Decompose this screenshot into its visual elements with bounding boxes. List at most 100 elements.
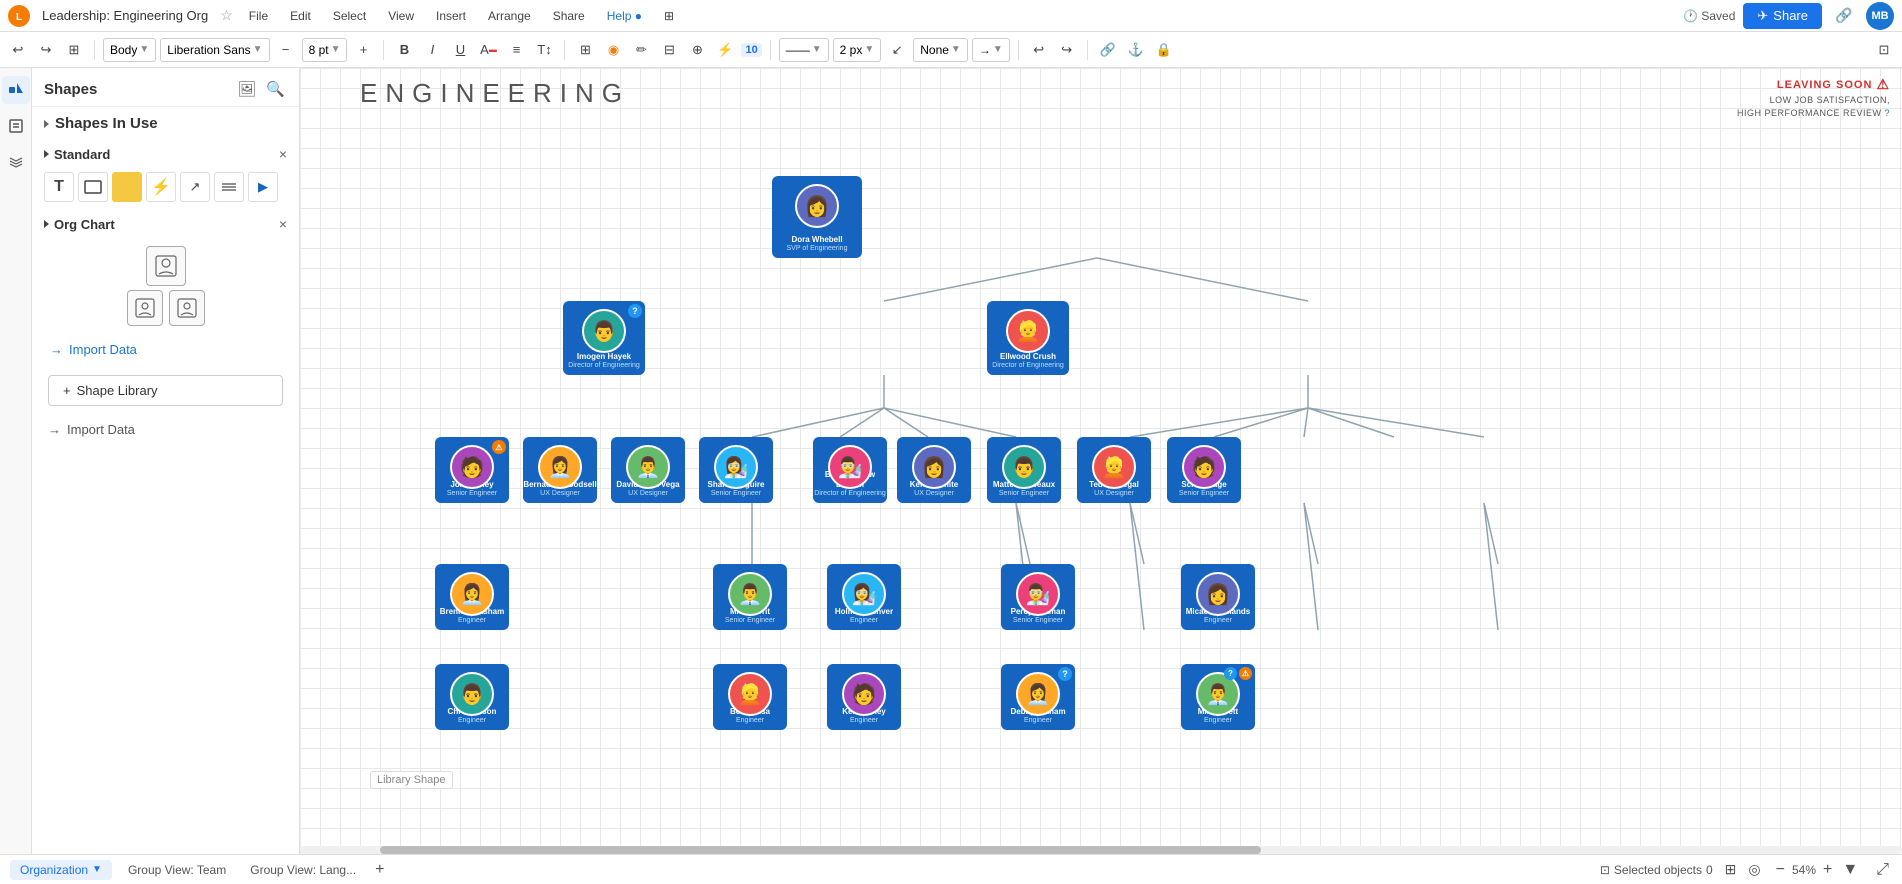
org-node-mila[interactable]: 👨‍💼Mila MerritSenior Engineer	[713, 564, 787, 630]
fill-color-button[interactable]: ◉	[601, 38, 625, 62]
org-node-jon[interactable]: 🧑⚠Jon CubleySenior Engineer	[435, 437, 509, 503]
group-view-lang[interactable]: Group View: Lang...	[242, 860, 364, 880]
waypoint-button[interactable]: ⚡	[713, 38, 737, 62]
org-shape-right[interactable]	[169, 290, 205, 326]
org-node-david[interactable]: 👨‍💼David de la VegaUX Designer	[611, 437, 685, 503]
org-node-micaela[interactable]: 👩Micaela NeilandsEngineer	[1181, 564, 1255, 630]
shape-library-button[interactable]: + Shape Library	[48, 375, 283, 406]
shapes-in-use-section[interactable]: Shapes In Use	[32, 107, 299, 140]
org-tab[interactable]: Organization ▼	[10, 860, 112, 880]
zoom-in-button[interactable]: +	[1820, 861, 1835, 879]
underline-button[interactable]: U	[448, 38, 472, 62]
stroke-fill-button[interactable]: ⊟	[657, 38, 681, 62]
menu-share[interactable]: Share	[549, 7, 589, 25]
redo-button[interactable]: ↪	[34, 38, 58, 62]
org-node-teddy[interactable]: 👱Teddy PregalUX Designer	[1077, 437, 1151, 503]
h-scrollbar[interactable]	[300, 846, 1902, 854]
org-node-debby[interactable]: 👩‍💼?Debby LethamEngineer	[1001, 664, 1075, 730]
shapes-image-button[interactable]: 🖼	[235, 78, 258, 100]
undo-button[interactable]: ↩	[6, 38, 30, 62]
shape-arrow-ne[interactable]: ↗	[180, 172, 210, 202]
org-node-lance[interactable]: 👨Lance ChristiansonEngineer	[435, 664, 509, 730]
pages-panel-button[interactable]	[2, 112, 30, 140]
anchor-button[interactable]: ⚓	[1124, 38, 1148, 62]
copy-format-button[interactable]: ⊞	[62, 38, 86, 62]
style-select[interactable]: Body ▼	[103, 38, 156, 62]
org-chart-close-button[interactable]: ×	[279, 216, 287, 232]
layers-button[interactable]: ⊞	[1725, 861, 1737, 878]
org-node-percy[interactable]: 👨‍🔬Percy VeltmanSenior Engineer	[1001, 564, 1075, 630]
corner-style-button[interactable]: ↙	[885, 38, 909, 62]
user-avatar[interactable]: MB	[1866, 2, 1894, 30]
menu-view[interactable]: View	[384, 7, 418, 25]
org-node-ken[interactable]: 🧑Ken WitheyEngineer	[827, 664, 901, 730]
text-size-button[interactable]: T↕	[532, 38, 556, 62]
shape-rect[interactable]	[78, 172, 108, 202]
bold-button[interactable]: B	[392, 38, 416, 62]
group-view-team[interactable]: Group View: Team	[120, 860, 234, 880]
line-style-select[interactable]: —— ▼	[779, 38, 829, 62]
standard-close-button[interactable]: ×	[279, 146, 287, 162]
star-icon[interactable]: ☆	[220, 7, 233, 24]
redo2-button[interactable]: ↪	[1055, 38, 1079, 62]
org-node-holmes[interactable]: 👩‍🔬Holmes DenverEngineer	[827, 564, 901, 630]
font-decrease[interactable]: −	[274, 38, 298, 62]
shape-text[interactable]: T	[44, 172, 74, 202]
font-increase[interactable]: +	[351, 38, 375, 62]
add-tab-button[interactable]: +	[372, 861, 387, 879]
org-node-bartholemew[interactable]: 👨‍🔬Bartholemew DurganDirector of Enginee…	[813, 437, 887, 503]
align-button[interactable]: ≡	[504, 38, 528, 62]
font-color-button[interactable]: A▬	[476, 38, 500, 62]
menu-insert[interactable]: Insert	[432, 7, 470, 25]
h-scrollbar-thumb[interactable]	[380, 846, 1261, 854]
org-node-matteo[interactable]: 👨Matteo GobeauxSenior Engineer	[987, 437, 1061, 503]
menu-arrange[interactable]: Arrange	[484, 7, 535, 25]
org-node-shana[interactable]: 👩‍🔬Shana MaguireSenior Engineer	[699, 437, 773, 503]
zoom-dropdown-button[interactable]: ▼	[1839, 861, 1861, 879]
shape-lightning[interactable]: ⚡	[146, 172, 176, 202]
menu-select[interactable]: Select	[329, 7, 370, 25]
org-shape-left[interactable]	[127, 290, 163, 326]
line-px-select[interactable]: 2 px ▼	[833, 38, 882, 62]
org-node-kendra[interactable]: 🧑Kendra ScrammageSenior Engineer	[1167, 437, 1241, 503]
canvas-area[interactable]: ENGINEERING LEAVING SOON ⚠ LOW JOB SATIS…	[300, 68, 1902, 854]
link-button[interactable]: 🔗	[1830, 2, 1858, 30]
shapes-search-button[interactable]: 🔍	[264, 78, 287, 100]
org-node-mil[interactable]: 👨‍💼?⚠Mil MerrettEngineer	[1181, 664, 1255, 730]
import-data-link[interactable]: → Import Data	[32, 334, 299, 365]
font-select[interactable]: Liberation Sans ▼	[160, 38, 269, 62]
stroke-color-button[interactable]: ✏	[629, 38, 653, 62]
org-node-ellwood[interactable]: 👱Ellwood CrushDirector of Engineering	[987, 301, 1069, 375]
corner-select[interactable]: None ▼	[913, 38, 968, 62]
link2-button[interactable]: 🔗	[1096, 38, 1120, 62]
font-size[interactable]: 8 pt ▼	[302, 38, 348, 62]
org-node-imogen[interactable]: 👨?Imogen HayekDirector of Engineering	[563, 301, 645, 375]
shapes-panel-button[interactable]	[2, 76, 30, 104]
extra-button[interactable]: ⊕	[685, 38, 709, 62]
layers-panel-button[interactable]	[2, 148, 30, 176]
menu-edit[interactable]: Edit	[286, 7, 315, 25]
org-shape-top[interactable]	[146, 246, 186, 286]
menu-file[interactable]: File	[245, 7, 272, 25]
sidebar-bottom-import[interactable]: → Import Data	[32, 416, 299, 447]
menu-apps[interactable]: ⊞	[660, 7, 678, 25]
undo2-button[interactable]: ↩	[1027, 38, 1051, 62]
saved-button[interactable]: 🕐 Saved	[1683, 9, 1735, 23]
arrow-select[interactable]: → ▼	[972, 38, 1010, 62]
shape-fill[interactable]	[112, 172, 142, 202]
shape-list[interactable]	[214, 172, 244, 202]
org-node-brenna[interactable]: 👩‍💼Brenna GrashamEngineer	[435, 564, 509, 630]
diagram-button[interactable]: ◎	[1748, 861, 1760, 878]
org-node-kenna[interactable]: 👩Kenna WhiteUX Designer	[897, 437, 971, 503]
fit-page-button[interactable]: ⤢	[1873, 861, 1892, 879]
menu-help[interactable]: Help ●	[603, 7, 646, 25]
shape-play[interactable]: ▶	[248, 172, 278, 202]
org-node-bernadette[interactable]: 👩‍💼Bernadette GodsellUX Designer	[523, 437, 597, 503]
share-button[interactable]: ✈ Share	[1743, 3, 1822, 29]
insert-shape-button[interactable]: ⊞	[573, 38, 597, 62]
italic-button[interactable]: I	[420, 38, 444, 62]
zoom-out-button[interactable]: −	[1773, 861, 1788, 879]
org-node-ben[interactable]: 👱Ben JansaEngineer	[713, 664, 787, 730]
org-node-dora[interactable]: 👩Dora WhebellSVP of Engineering	[772, 176, 862, 258]
resize-button[interactable]: ⊡	[1872, 38, 1896, 62]
